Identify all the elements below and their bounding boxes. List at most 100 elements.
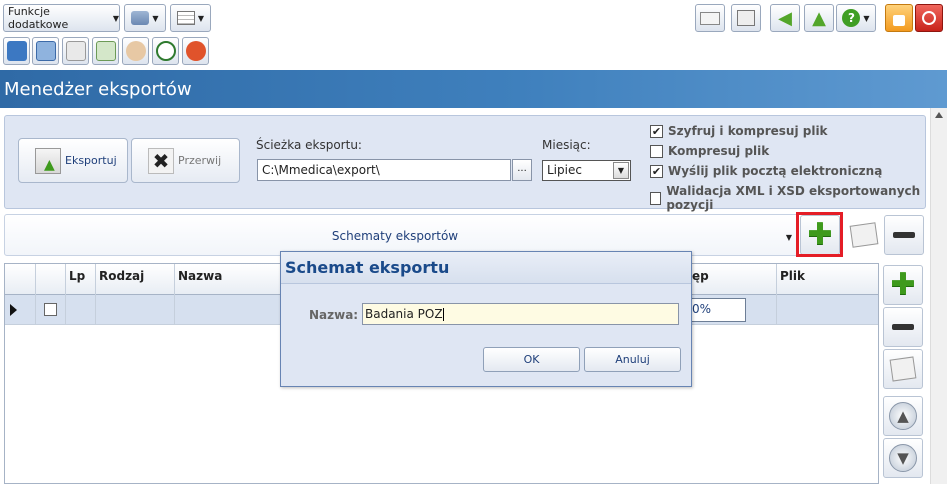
move-up-button[interactable]: ▲ [883,396,923,436]
stop-button[interactable]: ✖ Przerwij [131,138,240,183]
back-button[interactable]: ◀ [770,4,800,32]
text-caret [442,308,444,321]
dialog-title: Schemat eksportu [281,252,691,284]
power-button[interactable] [915,4,943,32]
lock-button[interactable] [885,4,913,32]
export-settings-panel: ▲ Eksportuj ✖ Przerwij Ścieżka eksportu:… [4,115,926,212]
export-icon: ▲ [35,147,61,174]
schedule-button[interactable] [152,37,179,65]
export-button-label: Eksportuj [65,154,117,167]
chevron-down-icon: ▼ [785,233,792,242]
checkbox-checked[interactable]: ✔ [650,124,663,138]
move-down-button[interactable]: ▼ [883,438,923,478]
export-button[interactable]: ▲ Eksportuj [18,138,128,183]
gear-icon [185,41,206,61]
page-title: Menedżer eksportów [0,70,947,108]
layout-button[interactable]: ▼ [170,4,211,32]
edit-notepad-icon [849,222,879,248]
row-rodzaj-cell [96,295,175,325]
scroll-up-arrow-icon[interactable] [935,112,943,118]
functions-dropdown-label: Funkcje dodatkowe [8,5,69,31]
export-scheme-dialog: Schemat eksportu Nazwa: Badania POZ OK A… [280,251,692,387]
schemes-label: Schematy eksportów [331,229,459,243]
browse-button[interactable]: ... [512,159,532,181]
edit-scheme-button[interactable] [844,215,884,255]
help-button[interactable]: ? ▼ [836,4,876,32]
header-progress[interactable]: ęp [689,264,777,295]
help-icon: ? [842,9,861,27]
highlight-frame [796,212,843,257]
add-row-button[interactable]: ✚ [883,265,923,305]
arrow-down-icon: ▼ [889,444,917,472]
option-send-email[interactable]: ✔ Wyślij plik pocztą elektroniczną [650,164,882,178]
patients-button[interactable] [122,37,149,65]
close-icon: ✖ [148,147,174,174]
row-checkbox-cell[interactable] [36,295,66,325]
plus-icon: ✚ [890,267,916,302]
progress-value: 0% [689,298,746,322]
lock-icon [893,15,905,26]
scheme-name-input[interactable]: Badania POZ [362,303,679,325]
header-indicator [5,264,36,295]
notepad-icon [65,41,86,61]
row-checkbox[interactable] [44,303,57,316]
option-validate-xml[interactable]: Walidacja XML i XSD eksportowanych pozyc… [650,184,925,212]
arrow-left-icon: ◀ [778,7,792,29]
remove-scheme-button[interactable] [884,215,924,255]
functions-dropdown[interactable]: Funkcje dodatkowe ▼ [3,4,120,32]
power-icon [922,11,936,25]
row-indicator-cell [5,295,36,325]
scheme-name-value: Badania POZ [365,307,443,321]
cancel-button[interactable]: Anuluj [584,347,681,372]
minus-icon [893,232,915,238]
edit-row-button[interactable] [883,349,923,389]
option-encrypt-compress[interactable]: ✔ Szyfruj i kompresuj plik [650,124,828,138]
export-schemes-dropdown[interactable]: Schematy eksportów ▼ [4,214,799,256]
row-plik-cell [777,295,878,325]
users-icon [125,41,146,61]
chevron-down-icon: ▼ [152,13,159,23]
checkbox-unchecked[interactable] [650,144,663,158]
checkbox-checked[interactable]: ✔ [650,164,663,178]
mail-button[interactable] [695,4,725,32]
header-rodzaj[interactable]: Rodzaj [96,264,175,295]
row-pointer-icon [10,304,17,316]
network-icon [737,10,755,26]
calendar-button[interactable] [32,37,59,65]
path-label: Ścieżka eksportu: [256,138,362,152]
header-lp[interactable]: Lp [66,264,96,295]
header-checkbox[interactable] [36,264,66,295]
remove-row-button[interactable] [883,307,923,347]
columns-icon [176,11,195,25]
notes-button[interactable] [62,37,89,65]
month-select[interactable]: Lipiec ▼ [542,160,631,181]
ok-button[interactable]: OK [483,347,580,372]
row-lp-cell [66,295,96,325]
option-label: Wyślij plik pocztą elektroniczną [668,164,883,178]
header-plik[interactable]: Plik [777,264,878,295]
documents-icon [95,41,116,61]
arrow-up-icon: ▲ [812,7,826,29]
up-button[interactable]: ▲ [804,4,834,32]
vertical-scrollbar[interactable] [930,108,947,484]
option-label: Kompresuj plik [668,144,770,158]
documents-button[interactable] [92,37,119,65]
export-path-input[interactable]: C:\Mmedica\export\ [257,159,511,181]
option-compress[interactable]: Kompresuj plik [650,144,769,158]
month-select-value: Lipiec [547,163,582,177]
minus-icon [892,324,914,330]
clock-icon [155,41,176,61]
network-button[interactable] [731,4,761,32]
home-button[interactable] [3,37,30,65]
month-label: Miesiąc: [542,138,591,152]
checkbox-unchecked[interactable] [650,191,662,205]
settings-button[interactable] [182,37,209,65]
chevron-down-icon: ▼ [863,13,870,23]
calendar-icon [35,41,56,61]
chevron-down-icon[interactable]: ▼ [613,162,629,179]
home-icon [6,41,27,61]
name-label: Nazwa: [309,308,359,322]
chevron-down-icon: ▼ [112,13,119,23]
arrow-up-icon: ▲ [889,402,917,430]
print-button[interactable]: ▼ [124,4,166,32]
